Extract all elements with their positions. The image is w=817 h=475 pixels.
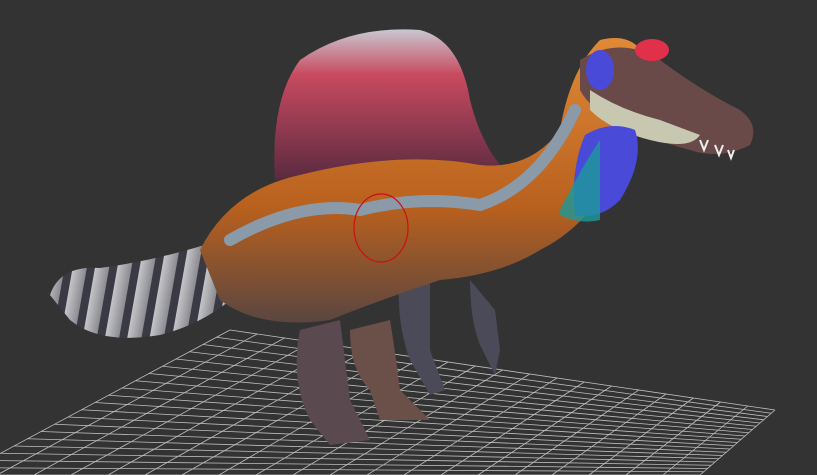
grid-line (662, 405, 749, 475)
cheek-patch (586, 50, 614, 90)
grid-line (699, 409, 776, 475)
viewport-canvas[interactable] (0, 0, 817, 475)
grid-line (0, 329, 231, 454)
front-leg-right (470, 280, 500, 375)
3d-viewport[interactable] (0, 0, 817, 475)
grid-line (0, 460, 708, 469)
head-crest (635, 39, 669, 61)
sail (274, 29, 500, 180)
